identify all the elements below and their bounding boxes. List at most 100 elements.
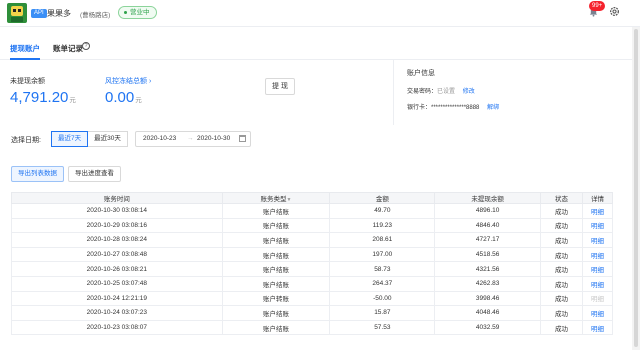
detail-link[interactable]: 明细 <box>582 246 613 263</box>
top-bar: API 果果多 (曹杨路店) 营业中 99+ <box>0 0 640 27</box>
cell-time: 2020-10-24 03:07:23 <box>11 305 223 321</box>
detail-link[interactable]: 明细 <box>582 261 613 277</box>
calendar-icon <box>239 135 246 142</box>
cell-balance: 4321.56 <box>434 261 542 277</box>
frozen-amount-link[interactable]: 风控冻结总额 › <box>105 76 151 86</box>
detail-link[interactable]: 明细 <box>582 275 613 292</box>
date-range-presets: 最近7天 最近30天 <box>51 131 128 147</box>
cell-status: 成功 <box>540 290 583 307</box>
detail-link-disabled: 明细 <box>582 290 613 307</box>
notification-count-badge: 99+ <box>589 1 606 11</box>
cell-balance: 3998.46 <box>434 290 542 307</box>
date-range-picker[interactable]: 2020-10-23 → 2020-10-30 <box>135 131 251 147</box>
cell-time: 2020-10-28 03:08:24 <box>11 232 223 248</box>
export-progress-button[interactable]: 导出进度查看 <box>68 166 121 182</box>
active-tab-indicator <box>10 58 40 60</box>
table-row: 2020-10-28 03:08:24 账户结账 208.61 4727.17 … <box>11 232 613 248</box>
cell-status: 成功 <box>540 232 583 248</box>
detail-link[interactable]: 明细 <box>582 203 613 219</box>
detail-link[interactable]: 明细 <box>582 305 613 321</box>
cell-type: 账户结账 <box>221 261 331 277</box>
cell-amount: 57.53 <box>329 319 436 336</box>
table-row: 2020-10-26 03:08:21 账户结账 58.73 4321.56 成… <box>11 261 613 277</box>
cell-amount: 49.70 <box>329 203 436 219</box>
cell-balance: 4032.59 <box>434 319 542 336</box>
withdraw-button[interactable]: 提 现 <box>265 78 295 95</box>
detail-link[interactable]: 明细 <box>582 217 613 234</box>
trade-password-row: 交易密码：已设置 修改 <box>407 86 475 95</box>
cell-time: 2020-10-30 03:08:14 <box>11 203 223 219</box>
cell-status: 成功 <box>540 217 583 234</box>
table-row: 2020-10-23 03:08:07 账户结账 57.53 4032.59 成… <box>11 319 613 336</box>
scrollbar-thumb[interactable] <box>634 29 638 347</box>
cell-amount: 197.00 <box>329 246 436 263</box>
preset-last-7-days[interactable]: 最近7天 <box>51 131 89 147</box>
unwithdrawn-balance-value: 4,791.20元 <box>10 89 76 106</box>
col-header-detail: 详情 <box>582 192 613 204</box>
cell-time: 2020-10-26 03:08:21 <box>11 261 223 277</box>
table-row: 2020-10-24 12:21:19 账户转账 -50.00 3998.46 … <box>11 290 613 307</box>
cell-status: 成功 <box>540 319 583 336</box>
end-date: 2020-10-30 <box>197 135 231 142</box>
tab-withdraw-account[interactable]: 提现账户 <box>10 43 40 54</box>
table-row: 2020-10-24 03:07:23 账户结账 15.87 4048.46 成… <box>11 305 613 321</box>
gear-icon[interactable] <box>609 6 620 17</box>
help-icon[interactable]: ? <box>82 42 90 50</box>
table-row: 2020-10-29 03:08:16 账户结账 119.23 4846.40 … <box>11 217 613 234</box>
col-header-time: 账务时间 <box>11 192 223 204</box>
col-header-balance: 未提现余额 <box>434 192 542 204</box>
cell-type: 账户结账 <box>221 246 331 263</box>
api-badge: API <box>31 9 47 18</box>
unwithdrawn-balance-label: 未提现余额 <box>10 78 45 85</box>
tab-bill-records[interactable]: 账单记录 <box>53 43 83 54</box>
cell-time: 2020-10-29 03:08:16 <box>11 217 223 234</box>
status-dot-icon <box>124 10 127 14</box>
bank-card-row: 银行卡：***************8888 解绑 <box>407 102 499 111</box>
table-header-row: 账务时间 账务类型▼ 金额 未提现余额 状态 详情 <box>11 192 613 204</box>
cell-type: 账户转账 <box>221 290 331 307</box>
cell-type: 账户结账 <box>221 275 331 292</box>
business-status-badge[interactable]: 营业中 <box>118 6 157 19</box>
table-row: 2020-10-27 03:08:48 账户结账 197.00 4518.56 … <box>11 246 613 263</box>
transactions-table: 账务时间 账务类型▼ 金额 未提现余额 状态 详情 2020-10-30 03:… <box>11 192 613 336</box>
col-header-type[interactable]: 账务类型▼ <box>221 192 331 204</box>
cell-time: 2020-10-27 03:08:48 <box>11 246 223 263</box>
cell-balance: 4262.83 <box>434 275 542 292</box>
bank-card-number: ***************8888 <box>431 105 480 111</box>
page-scrollbar[interactable] <box>632 27 640 350</box>
cell-balance: 4518.56 <box>434 246 542 263</box>
cell-status: 成功 <box>540 203 583 219</box>
start-date: 2020-10-23 <box>143 135 177 142</box>
col-header-status: 状态 <box>540 192 583 204</box>
trade-password-label: 交易密码： <box>407 89 438 95</box>
cell-status: 成功 <box>540 305 583 321</box>
cell-type: 账户结账 <box>221 232 331 248</box>
section-divider <box>393 60 394 125</box>
detail-link[interactable]: 明细 <box>582 232 613 248</box>
cell-balance: 4846.40 <box>434 217 542 234</box>
export-list-button[interactable]: 导出列表数据 <box>11 166 64 182</box>
unbind-card-link[interactable]: 解绑 <box>487 105 499 111</box>
trade-password-status: 已设置 <box>437 89 456 95</box>
bank-card-label: 银行卡： <box>407 105 432 111</box>
col-header-amount: 金额 <box>329 192 436 204</box>
cell-time: 2020-10-23 03:08:07 <box>11 319 223 336</box>
preset-last-30-days[interactable]: 最近30天 <box>88 131 128 147</box>
cell-type: 账户结账 <box>221 319 331 336</box>
date-filter-label: 选择日期: <box>11 137 41 144</box>
shop-logo <box>7 3 27 23</box>
table-row: 2020-10-25 03:07:48 账户结账 264.37 4262.83 … <box>11 275 613 292</box>
cell-status: 成功 <box>540 275 583 292</box>
range-arrow-icon: → <box>187 135 194 142</box>
cell-type: 账户结账 <box>221 305 331 321</box>
tab-bar: 提现账户 账单记录 <box>0 35 640 60</box>
account-info-title: 账户信息 <box>407 70 435 77</box>
detail-link[interactable]: 明细 <box>582 319 613 336</box>
cell-amount: 15.87 <box>329 305 436 321</box>
business-status-label: 营业中 <box>130 9 150 16</box>
cell-status: 成功 <box>540 246 583 263</box>
sort-chevron-icon: ▼ <box>286 197 292 203</box>
change-password-link[interactable]: 修改 <box>463 89 475 95</box>
cell-amount: 264.37 <box>329 275 436 292</box>
cell-type: 账户结账 <box>221 203 331 219</box>
